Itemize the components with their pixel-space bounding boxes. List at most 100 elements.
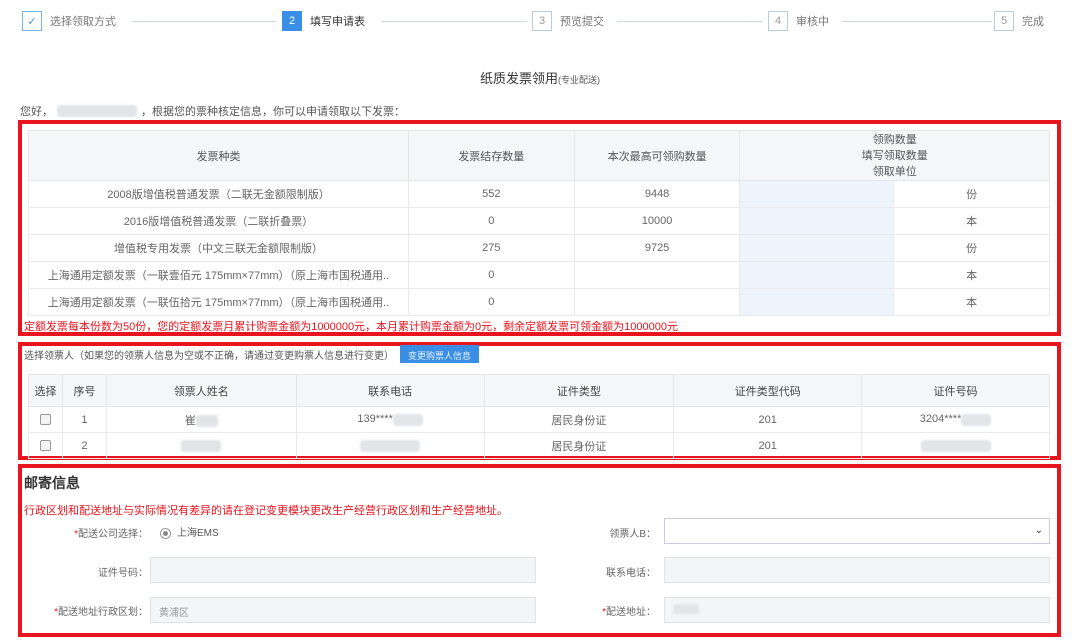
step-2: 2 填写申请表 — [282, 10, 365, 32]
max-count — [573, 261, 741, 289]
table-row: 2008版增值税普通发票（二联无金额限制版） 552 9448 份 — [28, 180, 1050, 208]
max-count: 9725 — [573, 234, 741, 262]
select-cell — [28, 432, 63, 459]
recipient-hint: 选择领票人（如果您的领票人信息为空或不正确，请通过变更购票人信息进行变更） 变更… — [24, 345, 480, 363]
id-type-cell: 居民身份证 — [483, 406, 675, 433]
id-type-cell: 居民身份证 — [483, 432, 675, 459]
invoice-type: 2016版增值税普通发票（二联折叠票） — [28, 207, 409, 235]
header-stock: 发票结存数量 — [407, 130, 575, 181]
header-invoice-type: 发票种类 — [28, 130, 409, 181]
table-row: 2016版增值税普通发票（二联折叠票） 0 10000 本 — [28, 207, 1050, 235]
greeting: 您好， ，根据您的票种核定信息，你可以申请领取以下发票： — [20, 103, 405, 119]
mail-section-title: 邮寄信息 — [24, 475, 80, 491]
header-select: 选择 — [28, 374, 63, 407]
check-icon: ✓ — [22, 11, 42, 31]
courier-label: *配送公司选择： — [74, 529, 148, 540]
header-id-type: 证件类型 — [483, 374, 675, 407]
id-no-cell — [861, 432, 1050, 459]
step-label: 完成 — [1022, 16, 1044, 28]
unit: 本 — [893, 288, 1050, 316]
id-number-field[interactable] — [150, 557, 536, 583]
stock-count: 275 — [407, 234, 575, 262]
step-number: 2 — [282, 11, 302, 31]
id-code-cell: 201 — [673, 432, 863, 459]
recipient-table: 选择 序号 领票人姓名 联系电话 证件类型 证件类型代码 证件号码 1 崔 13… — [28, 374, 1050, 459]
max-count — [573, 288, 741, 316]
row-checkbox[interactable] — [39, 440, 51, 452]
phone-cell — [295, 432, 485, 459]
courier-option[interactable]: 上海EMS — [160, 524, 219, 539]
step-3: 3 预览提交 — [532, 10, 604, 32]
unit: 份 — [893, 180, 1050, 208]
header-max-qty: 本次最高可领购数量 — [573, 130, 741, 181]
id-number-label: 证件号码： — [98, 568, 148, 579]
max-count: 10000 — [573, 207, 741, 235]
unit: 本 — [893, 261, 1050, 289]
recipient-hint-text: 选择领票人（如果您的领票人信息为空或不正确，请通过变更购票人信息进行变更） — [24, 350, 394, 362]
name-cell — [105, 432, 297, 459]
step-1: ✓ 选择领取方式 — [22, 10, 116, 32]
header-purchase-qty: 领购数量 填写领取数量 领取单位 — [739, 130, 1050, 181]
step-number: 5 — [994, 11, 1014, 31]
stock-count: 0 — [407, 288, 575, 316]
page-title-main: 纸质发票领用 — [479, 71, 558, 86]
phone-label: 联系电话： — [606, 568, 656, 579]
quantity-input[interactable] — [739, 180, 895, 208]
district-label: *配送地址行政区划： — [54, 607, 148, 618]
stock-count: 552 — [407, 180, 575, 208]
quantity-input[interactable] — [739, 234, 895, 262]
recipient-b-label: 领票人B： — [609, 529, 656, 540]
seq-cell: 1 — [61, 406, 107, 433]
table-row: 上海通用定额发票（一联壹佰元 175mm×77mm）（原上海市国税通用.. 0 … — [28, 261, 1050, 289]
row-checkbox[interactable] — [39, 414, 51, 426]
table-row: 1 崔 139**** 居民身份证 201 3204**** — [28, 406, 1050, 433]
invoice-type: 上海通用定额发票（一联伍拾元 175mm×77mm）（原上海市国税通用.. — [28, 288, 409, 316]
unit: 本 — [893, 207, 1050, 235]
step-label: 填写申请表 — [310, 16, 365, 28]
chevron-down-icon: ⌄ — [1034, 525, 1043, 536]
invoice-type: 增值税专用发票（中文三联无金额限制版） — [28, 234, 409, 262]
page-title-sub: (专业配送) — [558, 75, 600, 85]
max-count: 9448 — [573, 180, 741, 208]
step-connector — [132, 21, 277, 22]
courier-radio[interactable] — [160, 527, 171, 539]
quantity-input[interactable] — [739, 207, 895, 235]
step-connector — [842, 21, 992, 22]
quantity-input[interactable] — [739, 288, 895, 316]
stock-count: 0 — [407, 207, 575, 235]
redacted-name — [57, 105, 137, 117]
step-4: 4 审核中 — [768, 10, 829, 32]
recipient-select[interactable]: ⌄ — [664, 518, 1050, 544]
step-5: 5 完成 — [994, 10, 1044, 32]
address-field[interactable] — [664, 597, 1050, 623]
phone-field[interactable] — [664, 557, 1050, 583]
step-connector — [617, 21, 762, 22]
quantity-input[interactable] — [739, 261, 895, 289]
stock-count: 0 — [407, 261, 575, 289]
header-seq: 序号 — [61, 374, 107, 407]
change-purchaser-button[interactable]: 变更购票人信息 — [400, 345, 480, 363]
page-title: 纸质发票领用(专业配送) — [0, 68, 1080, 87]
invoice-table: 发票种类 发票结存数量 本次最高可领购数量 领购数量 填写领取数量 领取单位 2… — [28, 130, 1050, 316]
step-label: 预览提交 — [560, 16, 604, 28]
step-number: 3 — [532, 11, 552, 31]
invoice-type: 上海通用定额发票（一联壹佰元 175mm×77mm）（原上海市国税通用.. — [28, 261, 409, 289]
table-row: 上海通用定额发票（一联伍拾元 175mm×77mm）（原上海市国税通用.. 0 … — [28, 288, 1050, 316]
greeting-suffix: ，根据您的票种核定信息，你可以申请领取以下发票： — [141, 106, 405, 118]
table-row: 增值税专用发票（中文三联无金额限制版） 275 9725 份 — [28, 234, 1050, 262]
step-label: 选择领取方式 — [50, 16, 116, 28]
step-number: 4 — [768, 11, 788, 31]
invoice-type: 2008版增值税普通发票（二联无金额限制版） — [28, 180, 409, 208]
phone-cell: 139**** — [295, 406, 485, 433]
header-id-no: 证件号码 — [861, 374, 1050, 407]
header-name: 领票人姓名 — [105, 374, 297, 407]
quota-note: 定额发票每本份数为50份，您的定额发票月累计购票金额为1000000元，本月累计… — [24, 321, 678, 333]
district-field[interactable]: 黄浦区 — [150, 597, 536, 623]
mail-note: 行政区划和配送地址与实际情况有差异的请在登记变更模块更改生产经营行政区划和生产经… — [24, 505, 508, 517]
step-connector — [382, 21, 527, 22]
name-cell: 崔 — [105, 406, 297, 433]
greeting-prefix: 您好， — [20, 106, 53, 118]
header-id-code: 证件类型代码 — [673, 374, 863, 407]
select-cell — [28, 406, 63, 433]
address-label: *配送地址： — [602, 607, 656, 618]
